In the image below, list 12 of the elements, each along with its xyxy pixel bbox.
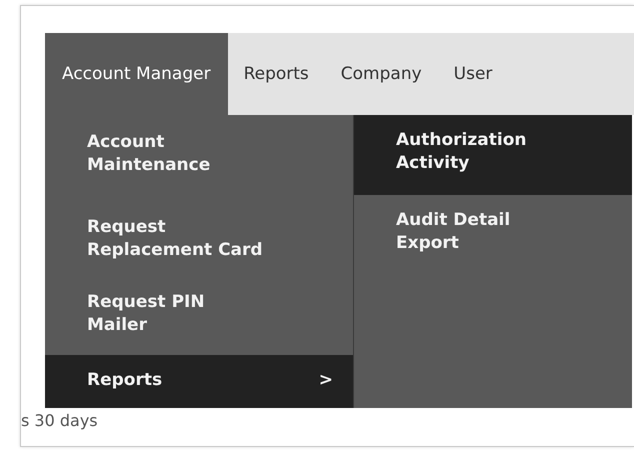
menu-item[interactable]: Request PIN Mailer	[45, 275, 353, 355]
menu-tab[interactable]: Account Manager	[45, 33, 228, 115]
submenu-item[interactable]: Authorization Activity	[354, 115, 632, 195]
menu-tab[interactable]: Reports	[228, 33, 325, 115]
menu-tab[interactable]: User	[438, 33, 508, 115]
menu-item[interactable]: Request Replacement Card	[45, 200, 353, 275]
menu-item[interactable]: Account Maintenance	[45, 115, 353, 200]
chevron-icon: >	[318, 369, 333, 392]
page-text: s 30 days	[21, 411, 98, 430]
menu-item[interactable]: Reports >	[45, 355, 353, 408]
submenu-item[interactable]: Audit Detail Export	[354, 195, 632, 255]
menu-tab[interactable]: Company	[324, 33, 438, 115]
